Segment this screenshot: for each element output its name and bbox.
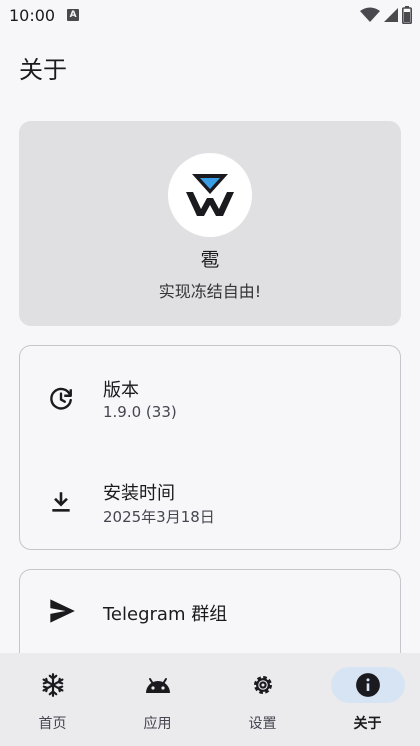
nav-item-home[interactable]: 首页 — [0, 653, 105, 746]
install-time-title: 安装时间 — [103, 483, 175, 504]
status-icons — [360, 6, 412, 24]
nav-settings-indicator — [226, 667, 300, 703]
battery-icon — [402, 6, 412, 24]
notification-a-icon: A — [67, 9, 80, 21]
app-info-card: 版本 1.9.0 (33) 安装时间 2025年3月18日 — [19, 345, 401, 550]
version-title: 版本 — [103, 380, 139, 401]
telegram-group-link[interactable]: Telegram 群组 — [20, 584, 400, 640]
nav-item-apps[interactable]: 应用 — [105, 653, 210, 746]
nav-item-about[interactable]: 关于 — [315, 653, 420, 746]
nav-item-settings[interactable]: 设置 — [210, 653, 315, 746]
wifi-icon — [360, 7, 380, 22]
app-name: 雹 — [200, 249, 220, 271]
android-icon — [145, 678, 170, 693]
nav-about-label: 关于 — [353, 716, 382, 732]
signal-icon — [384, 8, 398, 22]
nav-settings-label: 设置 — [248, 716, 277, 732]
install-time-value: 2025年3月18日 — [103, 508, 215, 526]
nav-about-indicator — [330, 667, 405, 703]
status-bar: 10:00 A — [0, 0, 420, 30]
download-icon — [52, 492, 70, 512]
app-slogan: 实现冻结自由! — [158, 282, 262, 301]
version-row[interactable]: 版本 1.9.0 (33) — [20, 368, 400, 428]
version-value: 1.9.0 (33) — [103, 403, 177, 421]
app-logo-icon — [186, 174, 234, 216]
nav-home-indicator — [16, 667, 90, 703]
nav-home-label: 首页 — [38, 716, 67, 732]
info-icon — [355, 673, 380, 697]
app-logo — [168, 153, 252, 237]
status-time: 10:00 — [9, 5, 56, 25]
update-history-icon — [50, 387, 72, 410]
nav-apps-indicator — [121, 667, 195, 703]
bottom-nav: 首页 应用 设置 关于 — [0, 653, 420, 746]
nav-apps-label: 应用 — [143, 716, 172, 732]
snowflake-icon — [41, 673, 64, 697]
gear-icon — [253, 676, 272, 694]
send-icon — [50, 599, 75, 623]
page-title: 关于 — [19, 56, 67, 84]
install-time-row[interactable]: 安装时间 2025年3月18日 — [20, 471, 400, 531]
telegram-group-label: Telegram 群组 — [103, 604, 228, 625]
app-hero-card: 雹 实现冻结自由! — [19, 121, 401, 326]
